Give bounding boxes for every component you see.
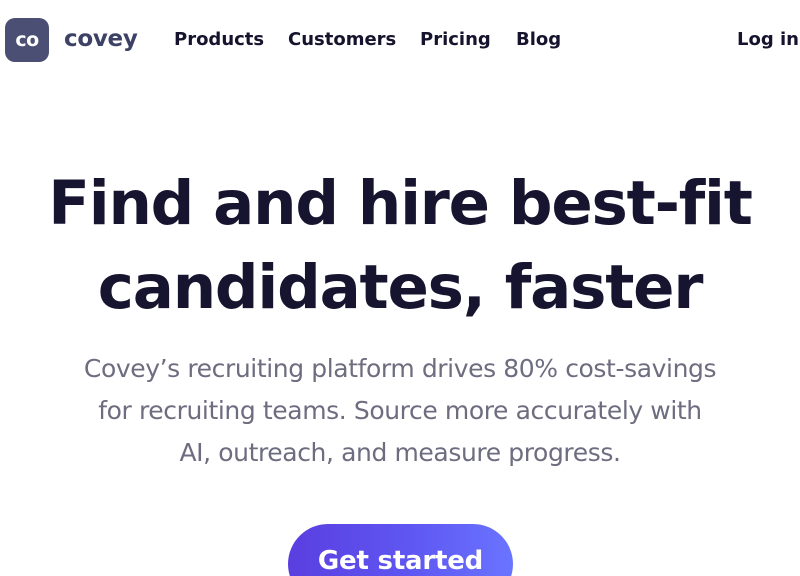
- hero-title-line: candidates, faster: [97, 252, 704, 323]
- page: co covey Products Customers Pricing Blog…: [0, 0, 800, 576]
- hero-subtitle: Covey’s recruiting platform drives 80% c…: [0, 348, 800, 474]
- top-navbar: co covey Products Customers Pricing Blog…: [0, 0, 800, 80]
- logo-mark-icon[interactable]: co: [5, 18, 49, 62]
- hero-title-line: Find and hire best-fit: [48, 168, 753, 239]
- nav-link-pricing[interactable]: Pricing: [420, 27, 491, 53]
- get-started-button[interactable]: Get started: [288, 524, 513, 576]
- logo-wordmark[interactable]: covey: [64, 24, 138, 54]
- login-link[interactable]: Log in: [737, 27, 799, 53]
- nav-link-products[interactable]: Products: [174, 27, 264, 53]
- hero-subtitle-line: Covey’s recruiting platform drives 80% c…: [83, 354, 717, 383]
- hero-subtitle-line: AI, outreach, and measure progress.: [179, 438, 621, 467]
- hero-subtitle-line: for recruiting teams. Source more accura…: [98, 396, 702, 425]
- hero-title: Find and hire best-fit candidates, faste…: [0, 162, 800, 330]
- nav-link-customers[interactable]: Customers: [288, 27, 396, 53]
- nav-link-blog[interactable]: Blog: [516, 27, 561, 53]
